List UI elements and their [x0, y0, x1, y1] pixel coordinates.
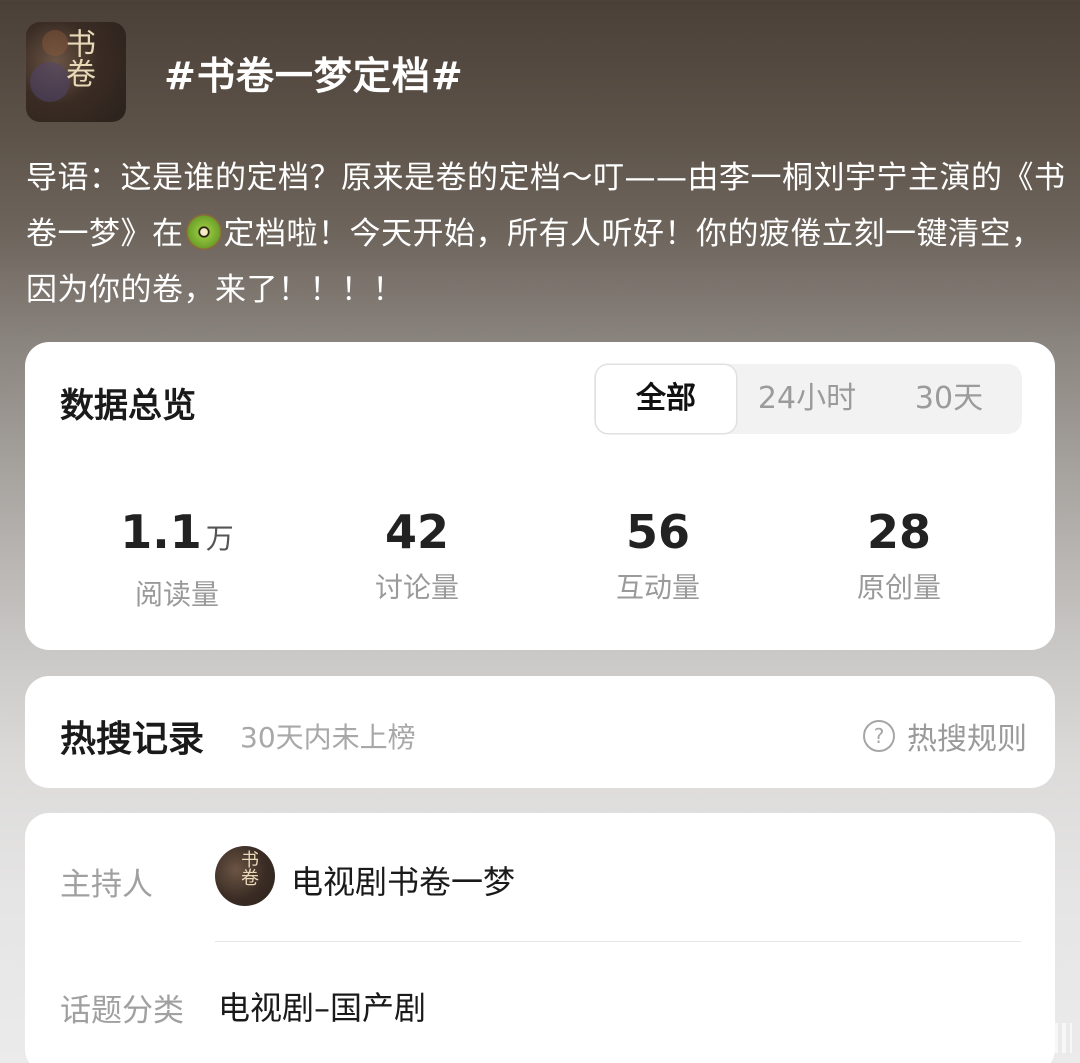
stat-reads: 1.1 万 阅读量	[77, 504, 277, 613]
rules-label: 热搜规则	[907, 722, 1027, 757]
tab-all[interactable]: 全部	[596, 365, 736, 433]
tab-24h[interactable]: 24小时	[736, 364, 878, 434]
stat-discussions: 42 讨论量	[317, 504, 517, 606]
stat-label: 互动量	[615, 571, 700, 604]
overview-title: 数据总览	[60, 386, 196, 426]
category-value: 电视剧–国产剧	[218, 989, 427, 1027]
hot-search-card: 热搜记录 30天内未上榜 ? 热搜规则	[25, 676, 1055, 788]
stat-value: 56	[625, 505, 690, 559]
data-overview-card: 数据总览 全部 24小时 30天 1.1 万 阅读量 42 讨论量 56 互动量 …	[25, 342, 1055, 650]
stat-originals: 28 原创量	[799, 504, 999, 606]
time-range-tabs: 全部 24小时 30天	[594, 364, 1022, 434]
host-avatar[interactable]: 书卷	[215, 846, 275, 906]
tab-30d[interactable]: 30天	[878, 364, 1020, 434]
stat-value: 1.1 万	[120, 505, 234, 559]
watermark	[862, 1023, 1072, 1053]
topic-intro: 导语：这是谁的定档？原来是卷的定档～叮——由李一桐刘宇宁主演的《书卷一梦》在 定档…	[26, 150, 1066, 318]
stat-value: 28	[866, 505, 931, 559]
stat-label: 原创量	[856, 571, 941, 604]
stat-label: 阅读量	[134, 578, 219, 611]
topic-title: #书卷一梦定档#	[164, 53, 464, 98]
host-label: 主持人	[60, 867, 153, 903]
category-label: 话题分类	[60, 993, 184, 1029]
stat-value: 42	[384, 505, 449, 559]
stat-unit: 万	[205, 522, 234, 555]
stat-label: 讨论量	[374, 571, 459, 604]
question-icon: ?	[863, 720, 895, 752]
stat-interactions: 56 互动量	[558, 504, 758, 606]
topic-header: 书卷 #书卷一梦定档#	[26, 22, 464, 122]
hot-search-title: 热搜记录	[60, 719, 205, 760]
host-name-link[interactable]: 电视剧书卷一梦	[291, 857, 515, 903]
kiwi-icon	[185, 214, 222, 250]
hot-search-rules-link[interactable]: ? 热搜规则	[863, 714, 1027, 758]
topic-cover-image: 书卷	[26, 22, 126, 122]
divider	[215, 941, 1021, 942]
hot-search-status: 30天内未上榜	[240, 721, 416, 754]
